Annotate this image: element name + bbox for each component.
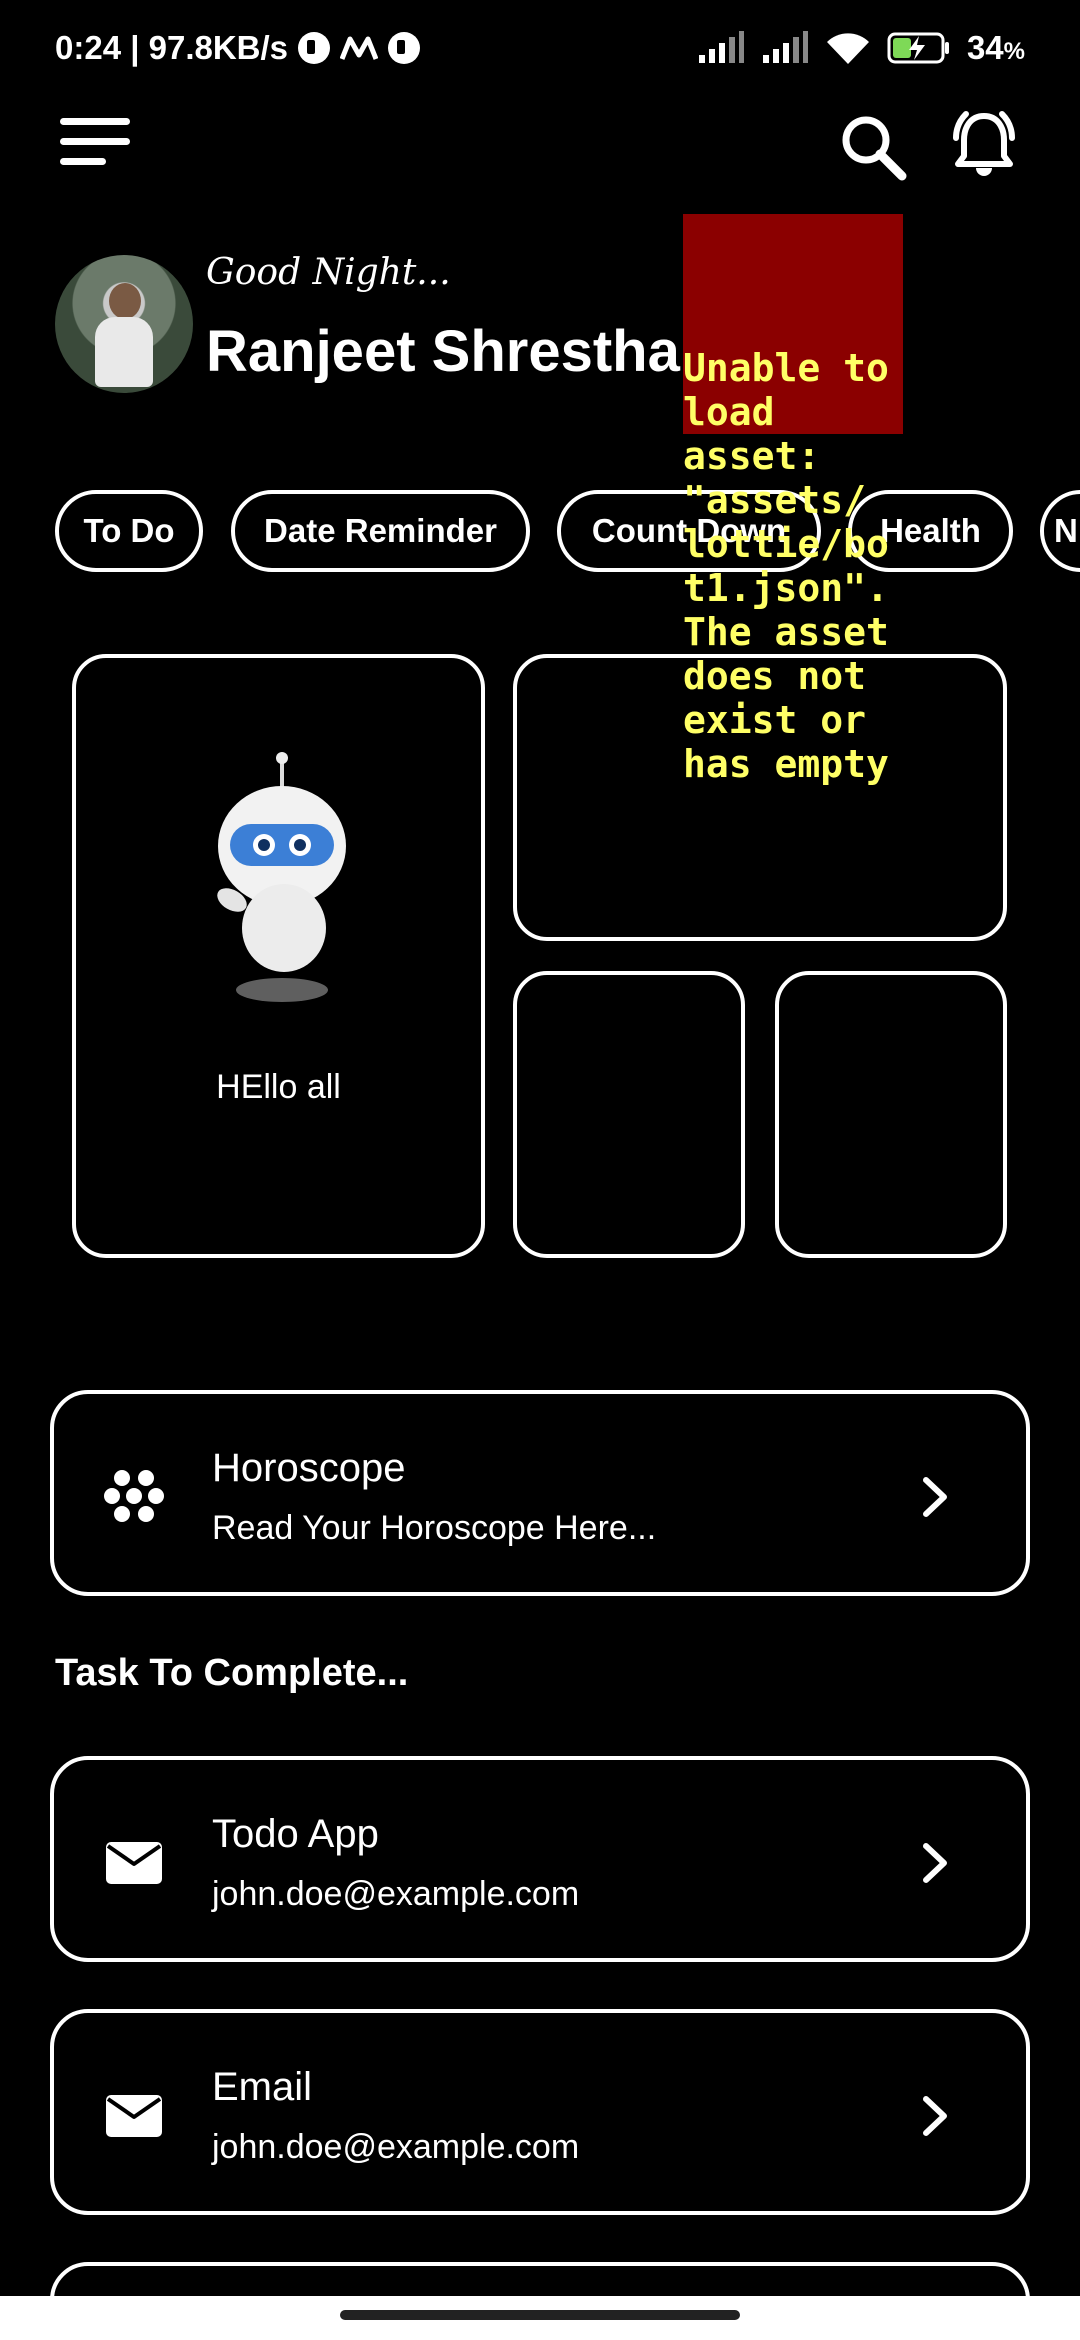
chevron-right-icon: [923, 1477, 947, 1517]
horoscope-title: Horoscope: [212, 1446, 406, 1490]
battery-value: 34: [966, 29, 1004, 66]
wifi-icon: [826, 33, 869, 64]
menu-icon-line: [60, 138, 130, 145]
search-icon: [842, 116, 907, 181]
task-subtitle: john.doe@example.com: [212, 2128, 580, 2166]
horoscope-tile[interactable]: Horoscope Read Your Horoscope Here...: [50, 1390, 1030, 1596]
greeting-text: Good Night...: [206, 252, 451, 293]
task-title: Email: [212, 2065, 313, 2109]
asset-error-message: Unable to load asset: "assets/ lottie/bo…: [683, 214, 903, 874]
chevron-right-icon: [923, 2096, 947, 2136]
bell-ringing-icon: [953, 111, 1015, 176]
app-notification-icon: [298, 32, 331, 64]
flower-dots-icon: [104, 1470, 164, 1522]
avatar-head: [109, 283, 141, 319]
chip-date-reminder[interactable]: Date Reminder: [231, 490, 530, 572]
app-logo-icon: [340, 36, 379, 60]
battery-icon: [887, 32, 949, 64]
task-tile[interactable]: Email john.doe@example.com: [50, 2009, 1030, 2215]
avatar[interactable]: [55, 255, 193, 393]
feature-card-small-left[interactable]: [513, 971, 745, 1258]
user-name: Ranjeet Shrestha: [206, 319, 680, 384]
category-chips: To Do Date Reminder Count Down Health N: [0, 490, 1080, 578]
gesture-bar: [0, 2296, 1080, 2340]
status-bar: 0:24 | 97.8KB/s 34%: [0, 0, 1080, 96]
status-right: 34%: [697, 29, 1025, 67]
battery-unit: %: [1003, 38, 1025, 65]
mail-icon: [106, 2095, 162, 2137]
app-notification-icon-2: [388, 32, 421, 64]
tasks-section-title: Task To Complete...: [55, 1652, 409, 1694]
task-subtitle: john.doe@example.com: [212, 1875, 580, 1913]
signal-icon-2: [762, 31, 808, 63]
chip-overflow[interactable]: N: [1040, 490, 1080, 572]
avatar-body: [95, 317, 153, 387]
robot-icon: [217, 752, 346, 1002]
bot-card[interactable]: HEllo all: [72, 654, 485, 1258]
mail-icon: [106, 1842, 162, 1884]
chip-todo[interactable]: To Do: [55, 490, 203, 572]
search-button[interactable]: [838, 112, 908, 182]
feature-card-small-right[interactable]: [775, 971, 1007, 1258]
chevron-right-icon: [923, 1843, 947, 1883]
horoscope-subtitle: Read Your Horoscope Here...: [212, 1509, 657, 1547]
menu-button[interactable]: [60, 118, 132, 174]
asset-error-text: Unable to load asset: "assets/ lottie/bo…: [683, 346, 889, 786]
menu-icon-line: [60, 118, 130, 125]
screen: 0:24 | 97.8KB/s 34% Good Night... Ranjee…: [0, 0, 1080, 2340]
status-left: 0:24 | 97.8KB/s: [55, 29, 421, 67]
signal-icon: [698, 31, 744, 63]
task-tile[interactable]: Todo App john.doe@example.com: [50, 1756, 1030, 1962]
status-time-speed: 0:24 | 97.8KB/s: [55, 29, 289, 66]
notifications-button[interactable]: [946, 108, 1022, 184]
menu-icon-line: [60, 158, 106, 165]
task-title: Todo App: [212, 1812, 379, 1856]
app-bar: [0, 100, 1080, 190]
home-indicator[interactable]: [340, 2310, 740, 2320]
bot-caption: HEllo all: [216, 1068, 341, 1106]
battery-level: 34%: [967, 29, 1025, 67]
